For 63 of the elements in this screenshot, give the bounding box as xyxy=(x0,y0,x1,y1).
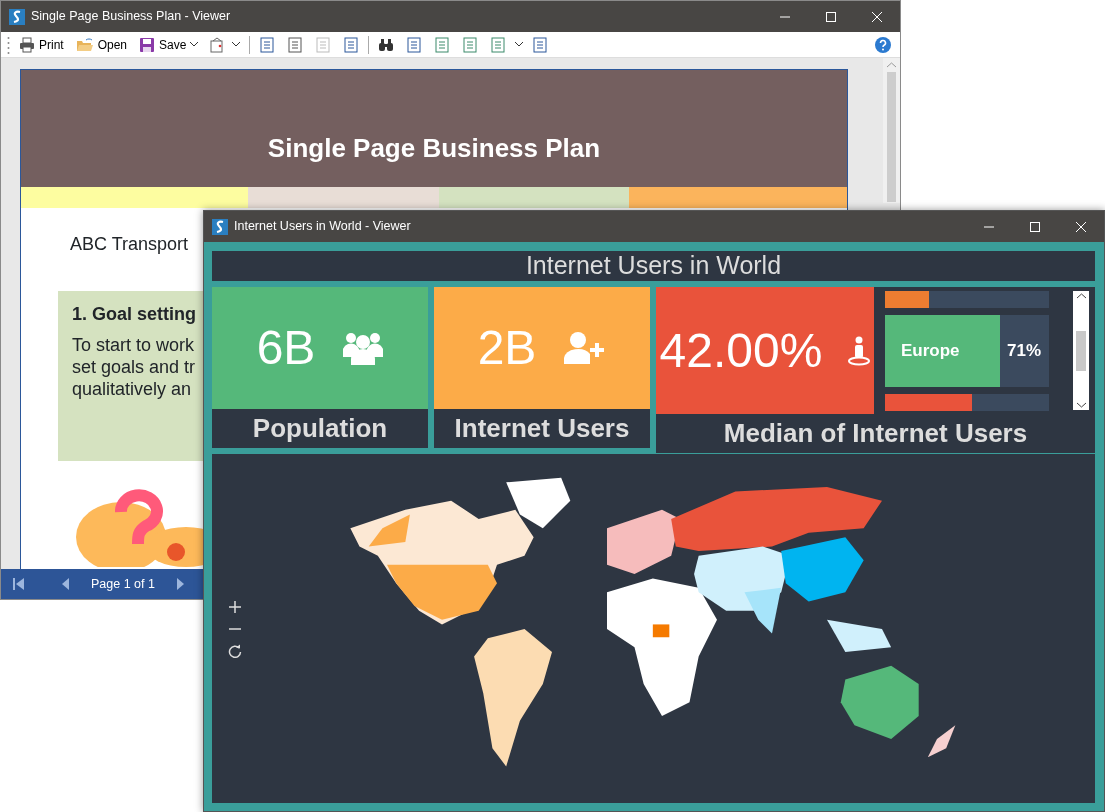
document-icon xyxy=(287,36,304,53)
section-heading: 1. Goal setting xyxy=(72,303,197,326)
body-text-line: set goals and tr xyxy=(72,356,196,378)
folder-icon xyxy=(75,36,94,53)
caret-icon xyxy=(515,42,524,47)
caret-icon xyxy=(232,42,241,47)
page-indicator: Page 1 of 1 xyxy=(91,575,155,593)
document-icon xyxy=(406,36,423,53)
app-logo-icon xyxy=(9,8,25,25)
window-title: Internet Users in World - Viewer xyxy=(234,218,411,236)
first-page-button[interactable] xyxy=(13,578,24,590)
maximize-icon xyxy=(826,11,836,22)
document-icon xyxy=(462,36,479,53)
open-button[interactable]: Open xyxy=(72,34,131,55)
vertical-scrollbar[interactable] xyxy=(1073,291,1089,410)
stat-label: Median of Internet Users xyxy=(723,417,1028,450)
region-percent: 71% xyxy=(1006,340,1041,363)
printer-icon xyxy=(19,36,35,53)
document-icon xyxy=(343,36,360,53)
stat-value: 42.00% xyxy=(659,322,823,379)
group-icon xyxy=(343,331,384,365)
body-text-line: qualitatively an xyxy=(72,378,192,400)
document-icon xyxy=(259,36,276,53)
print-button[interactable]: Print xyxy=(16,34,67,55)
body-text-line: To start to work xyxy=(72,334,195,356)
plus-icon xyxy=(228,599,242,614)
person-on-spot-icon xyxy=(848,335,871,366)
stat-label: Internet Users xyxy=(454,412,630,445)
maximize-icon xyxy=(1030,221,1040,232)
page-title: Single Page Business Plan xyxy=(267,132,601,165)
window-title: Single Page Business Plan - Viewer xyxy=(31,8,231,26)
stat-value: 6B xyxy=(256,320,316,376)
dashboard-title: Internet Users in World xyxy=(525,250,782,282)
stat-value: 2B xyxy=(477,320,537,376)
binoculars-icon xyxy=(378,37,395,52)
zoom-in-button[interactable] xyxy=(228,599,242,614)
add-user-icon xyxy=(564,332,607,364)
region-name: Europe xyxy=(900,340,960,363)
minus-icon xyxy=(228,627,242,630)
previous-page-icon xyxy=(62,578,69,590)
help-icon xyxy=(875,36,891,53)
toolbar-grip-icon xyxy=(7,35,10,54)
scrollbar-thumb xyxy=(1076,330,1086,371)
minimize-icon xyxy=(984,225,994,228)
next-page-button[interactable] xyxy=(176,578,184,590)
document-icon xyxy=(434,36,451,53)
close-icon xyxy=(872,11,882,22)
vertical-scrollbar[interactable] xyxy=(883,58,900,203)
save-button[interactable]: Save xyxy=(136,34,202,55)
help-button[interactable] xyxy=(872,35,894,54)
reset-button[interactable] xyxy=(228,643,242,658)
document-icon xyxy=(315,36,332,53)
stat-label: Population xyxy=(252,412,388,445)
document-icon xyxy=(490,36,507,53)
first-page-icon xyxy=(13,578,24,590)
next-page-icon xyxy=(176,578,184,590)
document-icon xyxy=(532,36,549,53)
refresh-icon xyxy=(228,643,242,658)
company-name: ABC Transport xyxy=(70,233,189,256)
previous-page-button[interactable] xyxy=(62,578,69,590)
app-logo-icon xyxy=(212,218,228,235)
minimize-icon xyxy=(780,15,790,18)
close-icon xyxy=(1076,221,1086,232)
